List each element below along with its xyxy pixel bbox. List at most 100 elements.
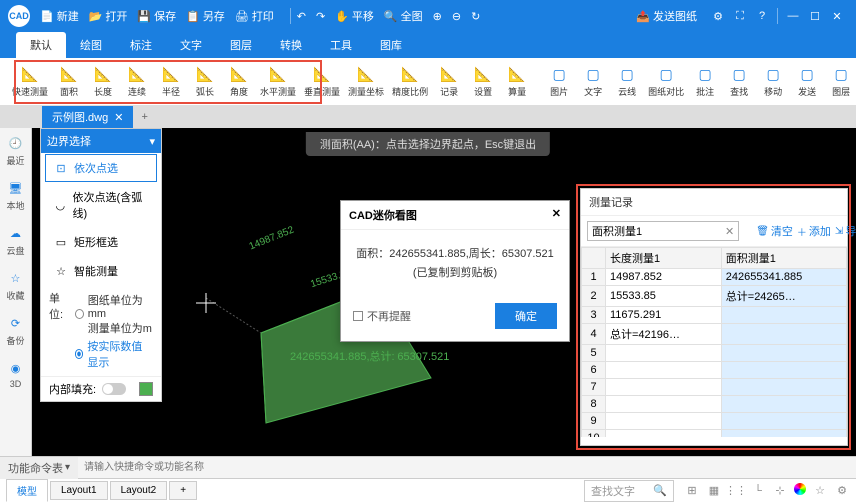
ribbon-批注[interactable]: ▢批注 <box>688 64 722 100</box>
dont-remind-check[interactable]: 不再提醒 <box>353 308 411 324</box>
ribbon-设置[interactable]: 📐设置 <box>466 64 500 100</box>
ribbon-文字[interactable]: ▢文字 <box>576 64 610 100</box>
title-zoomout[interactable]: ⊖ <box>452 10 461 23</box>
title-refresh[interactable]: ↻ <box>471 10 480 23</box>
minimize-icon[interactable]: — <box>782 5 804 27</box>
ribbon-水平测量[interactable]: 📐水平测量 <box>256 64 300 100</box>
file-tab[interactable]: 示例图.dwg ✕ <box>42 106 133 128</box>
chevron-down-icon[interactable]: ▾ <box>149 135 155 148</box>
tab-layout2[interactable]: Layout2 <box>110 481 168 500</box>
menu-convert[interactable]: 转换 <box>266 32 316 58</box>
table-row[interactable]: 4总计=42196… <box>582 324 847 345</box>
tab-layout1[interactable]: Layout1 <box>50 481 108 500</box>
file-tab-close-icon[interactable]: ✕ <box>114 111 123 124</box>
ribbon-算量[interactable]: 📐算量 <box>500 64 534 100</box>
title-new[interactable]: 📄新建 <box>40 8 79 24</box>
menu-annotate[interactable]: 标注 <box>116 32 166 58</box>
title-zoomin[interactable]: ⊕ <box>433 10 442 23</box>
ortho-icon[interactable]: └ <box>750 483 766 499</box>
grid-icon[interactable]: ▦ <box>706 483 722 499</box>
ribbon-弧长[interactable]: 📐弧长 <box>188 64 222 100</box>
title-saveas[interactable]: 📋另存 <box>186 8 225 24</box>
tab-add[interactable]: + <box>169 481 197 500</box>
ribbon-长度[interactable]: 📐长度 <box>86 64 120 100</box>
ribbon-移动[interactable]: ▢移动 <box>756 64 790 100</box>
table-row[interactable]: 7 <box>582 379 847 396</box>
record-name-input[interactable] <box>587 221 739 241</box>
title-save[interactable]: 💾保存 <box>137 8 176 24</box>
settings2-icon[interactable]: ⚙ <box>834 483 850 499</box>
unit-radio-actual[interactable]: 按实际数值显示 <box>75 338 153 370</box>
table-row[interactable]: 8 <box>582 396 847 413</box>
dock-备份[interactable]: ⟳备份 <box>6 314 24 347</box>
title-print[interactable]: 🖨打印 <box>235 8 274 24</box>
dock-本地[interactable]: 🖥本地 <box>6 179 24 212</box>
dock-最近[interactable]: 🕘最近 <box>6 134 24 167</box>
cmd-label[interactable]: 功能命令表 ▾ <box>0 457 78 479</box>
ribbon-图纸对比[interactable]: ▢图纸对比 <box>644 64 688 100</box>
add-button[interactable]: ＋ 添加 <box>797 223 831 239</box>
ribbon-面积[interactable]: 📐面积 <box>52 64 86 100</box>
opt-point-select[interactable]: ⊡依次点选 <box>45 154 157 182</box>
ribbon-查找[interactable]: ▢查找 <box>722 64 756 100</box>
dialog-close-icon[interactable]: ✕ <box>552 207 561 223</box>
tab-model[interactable]: 模型 <box>6 479 48 502</box>
ribbon-图片[interactable]: ▢图片 <box>542 64 576 100</box>
ribbon-快速测量[interactable]: 📐快速测量 <box>8 64 52 100</box>
fill-toggle[interactable] <box>102 383 126 395</box>
title-zoomall[interactable]: 🔍全图 <box>384 8 423 24</box>
table-row[interactable]: 311675.291 <box>582 307 847 324</box>
command-input[interactable] <box>78 459 856 476</box>
grid2-icon[interactable]: ⋮⋮ <box>728 483 744 499</box>
ribbon-垂直测量[interactable]: 📐垂直测量 <box>300 64 344 100</box>
ribbon-连续[interactable]: 📐连续 <box>120 64 154 100</box>
canvas-area[interactable]: 🕘最近🖥本地☁云盘☆收藏⟳备份◉3D 测面积(AA)：点击选择边界起点，Esc键… <box>0 128 856 456</box>
table-row[interactable]: 215533.85总计=24265… <box>582 286 847 307</box>
title-fullscreen-icon[interactable]: ⛶ <box>729 5 751 27</box>
color-icon[interactable] <box>794 483 806 495</box>
fill-color-swatch[interactable] <box>139 382 153 396</box>
title-settings-icon[interactable]: ⚙ <box>707 5 729 27</box>
ribbon-图层[interactable]: ▢图层 <box>824 64 856 100</box>
maximize-icon[interactable]: ☐ <box>804 5 826 27</box>
close-icon[interactable]: ✕ <box>826 5 848 27</box>
ribbon-角度[interactable]: 📐角度 <box>222 64 256 100</box>
menu-default[interactable]: 默认 <box>16 32 66 58</box>
ribbon-精度比例[interactable]: 📐精度比例 <box>388 64 432 100</box>
unit-radio-mm[interactable]: 图纸单位为mm 测量单位为m <box>75 292 153 336</box>
opt-point-arc[interactable]: ◡依次点选(含弧线) <box>45 183 157 227</box>
title-send[interactable]: 📤发送图纸 <box>636 8 697 24</box>
table-row[interactable]: 114987.852242655341.885 <box>582 269 847 286</box>
menu-tools[interactable]: 工具 <box>316 32 366 58</box>
menu-library[interactable]: 图库 <box>366 32 416 58</box>
snap-icon[interactable]: ⊞ <box>684 483 700 499</box>
table-row[interactable]: 6 <box>582 362 847 379</box>
title-open[interactable]: 📂打开 <box>89 8 128 24</box>
ribbon-发送[interactable]: ▢发送 <box>790 64 824 100</box>
title-redo[interactable]: ↷ <box>316 10 325 23</box>
favorite-icon[interactable]: ☆ <box>812 483 828 499</box>
menu-layer[interactable]: 图层 <box>216 32 266 58</box>
ribbon-记录[interactable]: 📐记录 <box>432 64 466 100</box>
ok-button[interactable]: 确定 <box>495 303 557 329</box>
dock-收藏[interactable]: ☆收藏 <box>6 269 24 302</box>
title-pan[interactable]: ✋平移 <box>335 8 374 24</box>
menu-draw[interactable]: 绘图 <box>66 32 116 58</box>
menu-text[interactable]: 文字 <box>166 32 216 58</box>
dock-3D[interactable]: ◉3D <box>7 359 25 389</box>
clear-button[interactable]: 🗑 清空 <box>756 223 793 239</box>
ribbon-半径[interactable]: 📐半径 <box>154 64 188 100</box>
polar-icon[interactable]: ⊹ <box>772 483 788 499</box>
ribbon-云线[interactable]: ▢云线 <box>610 64 644 100</box>
find-text-input[interactable]: 查找文字🔍 <box>584 480 674 502</box>
dock-云盘[interactable]: ☁云盘 <box>6 224 24 257</box>
table-row[interactable]: 5 <box>582 345 847 362</box>
title-help-icon[interactable]: ? <box>751 5 773 27</box>
table-row[interactable]: 10 <box>582 430 847 438</box>
opt-rect[interactable]: ▭矩形框选 <box>45 228 157 256</box>
opt-smart[interactable]: ☆智能测量 <box>45 257 157 285</box>
file-tab-add[interactable]: + <box>133 108 155 126</box>
title-undo[interactable]: ↶ <box>297 10 306 23</box>
export-button[interactable]: ⇲ 导出 <box>835 223 856 239</box>
clear-input-icon[interactable]: ✕ <box>725 225 734 238</box>
